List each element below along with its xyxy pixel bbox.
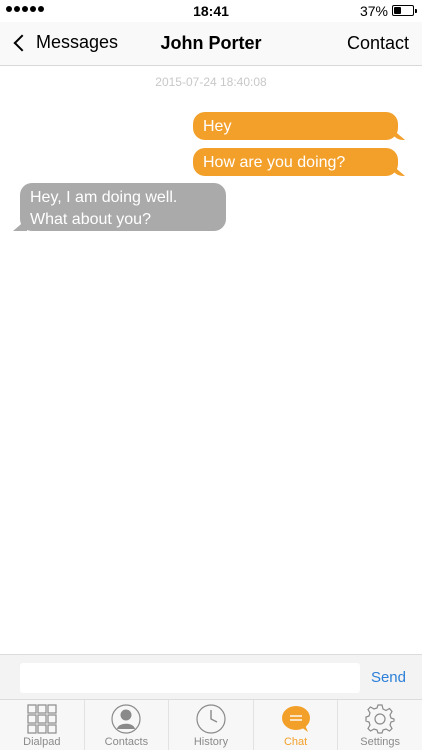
tab-chat[interactable]: Chat: [254, 700, 339, 750]
battery-percentage: 37%: [359, 3, 388, 19]
tab-settings[interactable]: Settings: [338, 700, 422, 750]
tab-history[interactable]: History: [169, 700, 254, 750]
history-icon: [196, 704, 226, 734]
tab-dialpad[interactable]: Dialpad: [0, 700, 85, 750]
message-input[interactable]: [20, 663, 360, 693]
dialpad-icon: [27, 704, 57, 734]
tab-contacts[interactable]: Contacts: [85, 700, 170, 750]
settings-icon: [365, 704, 395, 734]
tab-label: Chat: [283, 736, 308, 748]
message-timestamp: 2015-07-24 18:40:08: [155, 75, 267, 89]
send-button[interactable]: Send: [371, 669, 406, 686]
back-button-label: Messages: [36, 32, 119, 52]
message-composer: Send: [0, 654, 422, 700]
chat-icon: [281, 704, 311, 734]
tab-label: Settings: [360, 736, 401, 748]
navigation-bar: Messages John Porter Contact: [0, 22, 422, 66]
tab-bar: Dialpad Contacts History Chat Settings: [0, 700, 422, 750]
tab-label: Contacts: [104, 736, 149, 748]
battery-icon: [392, 5, 417, 16]
back-button[interactable]: Messages: [10, 32, 118, 53]
status-time: 18:41: [193, 3, 229, 19]
tab-label: History: [193, 736, 229, 748]
outgoing-message-bubble[interactable]: How are you doing?: [193, 148, 398, 176]
contacts-icon: [111, 704, 141, 734]
status-bar: 18:41 37%: [0, 0, 422, 22]
incoming-message-bubble[interactable]: Hey, I am doing well. What about you?: [20, 183, 226, 231]
chevron-left-icon: [13, 34, 31, 51]
tab-label: Dialpad: [23, 736, 61, 748]
outgoing-message-bubble[interactable]: Hey: [193, 112, 398, 140]
chat-thread[interactable]: 2015-07-24 18:40:08 Hey How are you doin…: [0, 67, 422, 654]
contact-button[interactable]: Contact: [347, 33, 409, 54]
